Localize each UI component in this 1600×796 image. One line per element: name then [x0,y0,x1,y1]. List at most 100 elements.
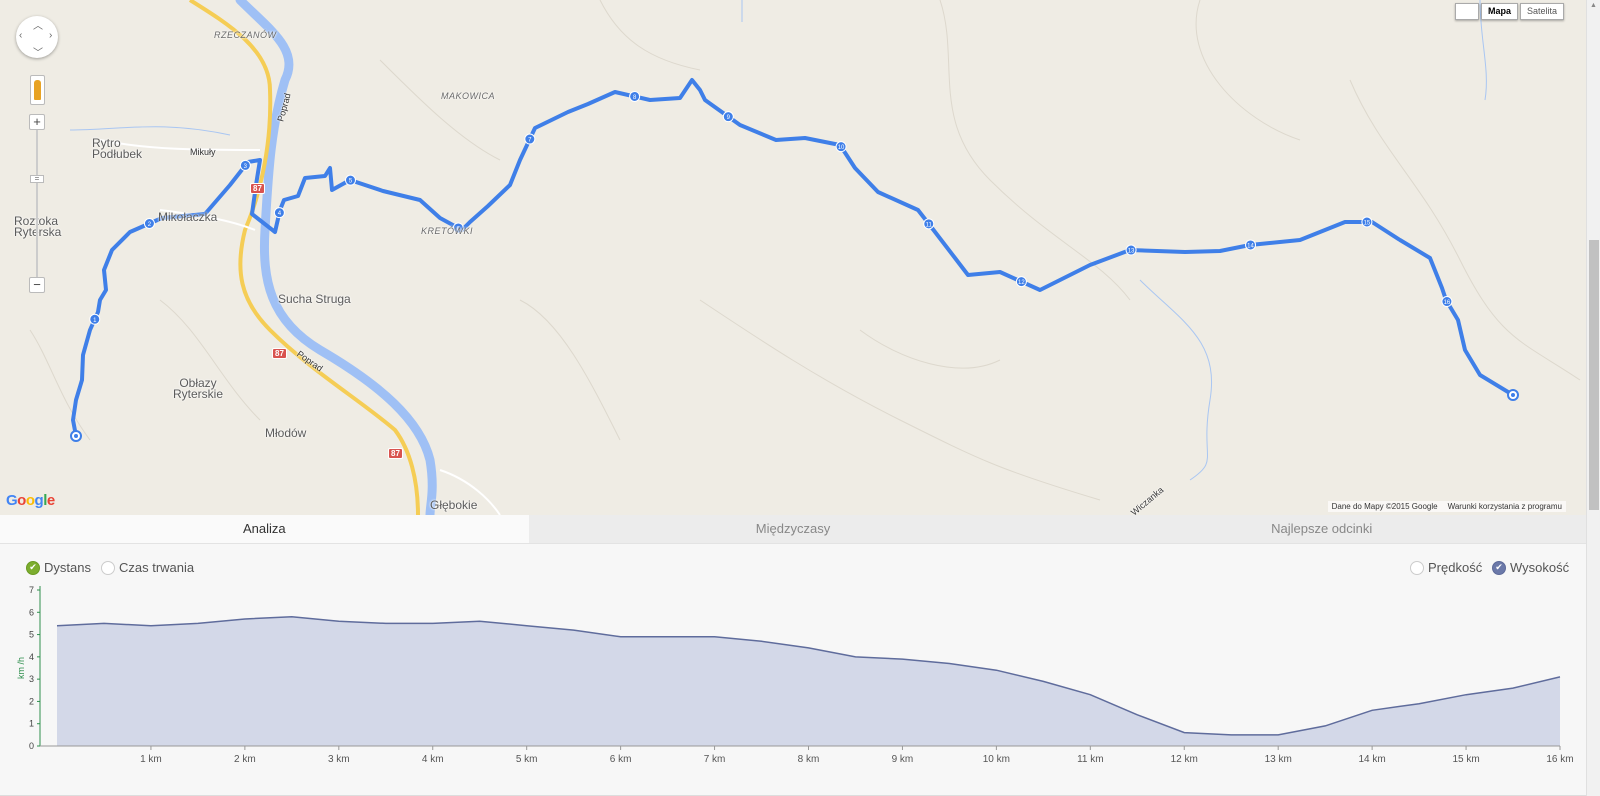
analysis-tabs: Analiza Międzyczasy Najlepsze odcinki [0,515,1586,544]
km-marker[interactable]: 16 [1441,296,1453,308]
km-marker[interactable]: 9 [722,111,734,123]
svg-text:14: 14 [1247,243,1254,249]
x-tick-label: 5 km [516,754,538,765]
speed-option[interactable]: Prędkość [1410,560,1482,575]
distance-option[interactable]: ✔ Dystans [26,560,91,575]
radio-icon [101,560,115,575]
analysis-panel: ✔ Dystans Czas trwania Prędkość ✔ Wysoko… [0,544,1586,796]
profile-chart[interactable]: 0 1 2 3 4 5 6 7 1 km 2 km 3 km 4 km 5 km 6 km 7 km 8 km… [0,584,1586,796]
km-marker[interactable]: 13 [1125,244,1137,256]
street-view-pegman[interactable] [30,75,45,105]
km-marker[interactable]: 10 [835,141,847,153]
svg-text:10: 10 [838,145,845,151]
duration-option[interactable]: Czas trwania [101,560,194,575]
zoom-slider-handle[interactable]: = [30,175,44,183]
place-label: RZECZANÓW [214,30,277,40]
x-tick-label: 4 km [422,754,444,765]
checkmark-icon: ✔ [1492,560,1506,575]
km-marker[interactable]: 1 [89,313,101,325]
km-marker[interactable]: 14 [1245,239,1257,251]
x-tick-label: 16 km [1546,754,1573,765]
speed-label: Prędkość [1428,560,1483,575]
place-label: MAKOWICA [441,91,496,101]
radio-icon [1410,560,1424,575]
place-label: Głębokie [430,498,478,512]
fullscreen-icon[interactable] [1454,3,1479,20]
km-marker[interactable]: 7 [524,133,536,145]
route-start-pin[interactable] [70,430,82,442]
x-tick-label: 6 km [610,754,632,765]
km-marker[interactable]: 2 [143,217,155,229]
tab-splits[interactable]: Międzyczasy [529,515,1058,543]
x-tick-label: 8 km [798,754,820,765]
map-attribution: Dane do Mapy ©2015 Google Warunki korzys… [1327,501,1566,512]
pan-control[interactable]: ︿ ﹀ ‹ › [16,16,58,59]
x-tick-label: 10 km [983,754,1010,765]
y-axis-label: km /h [16,657,26,679]
km-marker[interactable]: 8 [629,90,641,102]
x-tick-label: 9 km [892,754,914,765]
km-marker[interactable]: 3 [239,159,251,171]
y-tick-label: 5 [29,630,34,640]
tab-analysis[interactable]: Analiza [0,515,529,543]
panel-scrollbar[interactable] [1586,515,1600,796]
zoom-slider-track[interactable] [36,130,38,285]
duration-label: Czas trwania [119,560,195,575]
tab-best-segments[interactable]: Najlepsze odcinki [1057,515,1586,543]
km-marker[interactable]: 4 [273,207,285,219]
map-type-satellite-button[interactable]: Satelita [1519,3,1564,20]
y-tick-label: 3 [29,674,34,684]
road-shield: 87 [272,348,287,359]
x-tick-label: 13 km [1265,754,1292,765]
km-marker[interactable]: 15 [1361,216,1373,228]
svg-text:12: 12 [1018,280,1025,286]
checkmark-icon: ✔ [26,560,40,575]
x-tick-label: 15 km [1452,754,1479,765]
svg-text:13: 13 [1128,249,1135,255]
x-tick-label: 12 km [1171,754,1198,765]
y-tick-label: 4 [29,652,34,662]
page-scrollbar[interactable]: ▲ [1586,0,1600,515]
km-marker[interactable]: 5 [344,174,356,186]
terms-link[interactable]: Warunki korzystania z programu [1448,502,1562,511]
km-marker[interactable]: 12 [1015,276,1027,288]
x-tick-label: 11 km [1077,754,1104,765]
map-canvas[interactable]: 12345678910111213141516 [0,0,1586,515]
distance-label: Dystans [44,560,91,575]
place-label: Obłazy Ryterskie [173,376,224,401]
place-label: Rytro Podłubek [92,136,143,161]
x-tick-label: 14 km [1359,754,1386,765]
y-tick-label: 7 [29,585,34,595]
map-type-map-button[interactable]: Mapa [1480,3,1518,20]
place-label: Mikołaczka [158,210,218,224]
map-type-control: Mapa Satelita [1454,3,1564,20]
x-tick-label: 1 km [140,754,162,765]
place-label: KRETÓWKI [421,226,474,236]
road-shield: 87 [250,183,265,194]
x-tick-label: 3 km [328,754,350,765]
y-tick-label: 6 [29,607,34,617]
road-shield: 87 [388,448,403,459]
scrollbar-thumb[interactable] [1589,240,1599,510]
svg-text:16: 16 [1444,300,1451,306]
google-logo: Google [6,492,55,509]
zoom-in-button[interactable]: + [29,114,45,130]
y-tick-label: 1 [29,719,34,729]
map-data-credit: Dane do Mapy ©2015 Google [1331,502,1438,511]
svg-text:15: 15 [1364,221,1371,227]
route-end-pin[interactable] [1507,389,1519,401]
place-label: Młodów [265,426,307,440]
altitude-option[interactable]: ✔ Wysokość [1492,560,1569,575]
x-tick-label: 7 km [704,754,726,765]
altitude-area [57,616,1560,746]
y-tick-label: 0 [29,741,34,751]
altitude-label: Wysokość [1510,560,1570,575]
place-label: Mikuły [190,147,216,157]
svg-text:11: 11 [926,222,933,228]
place-label: Sucha Struga [278,292,351,306]
y-tick-label: 2 [29,696,34,706]
x-tick-label: 2 km [234,754,256,765]
km-marker[interactable]: 11 [923,218,935,230]
map[interactable]: 1 2 3 4 5 6 7 8 9 10 11 12 13 14 15 16 RZECZANÓW MAKOWI… [0,0,1586,515]
zoom-out-button[interactable]: − [29,277,45,293]
